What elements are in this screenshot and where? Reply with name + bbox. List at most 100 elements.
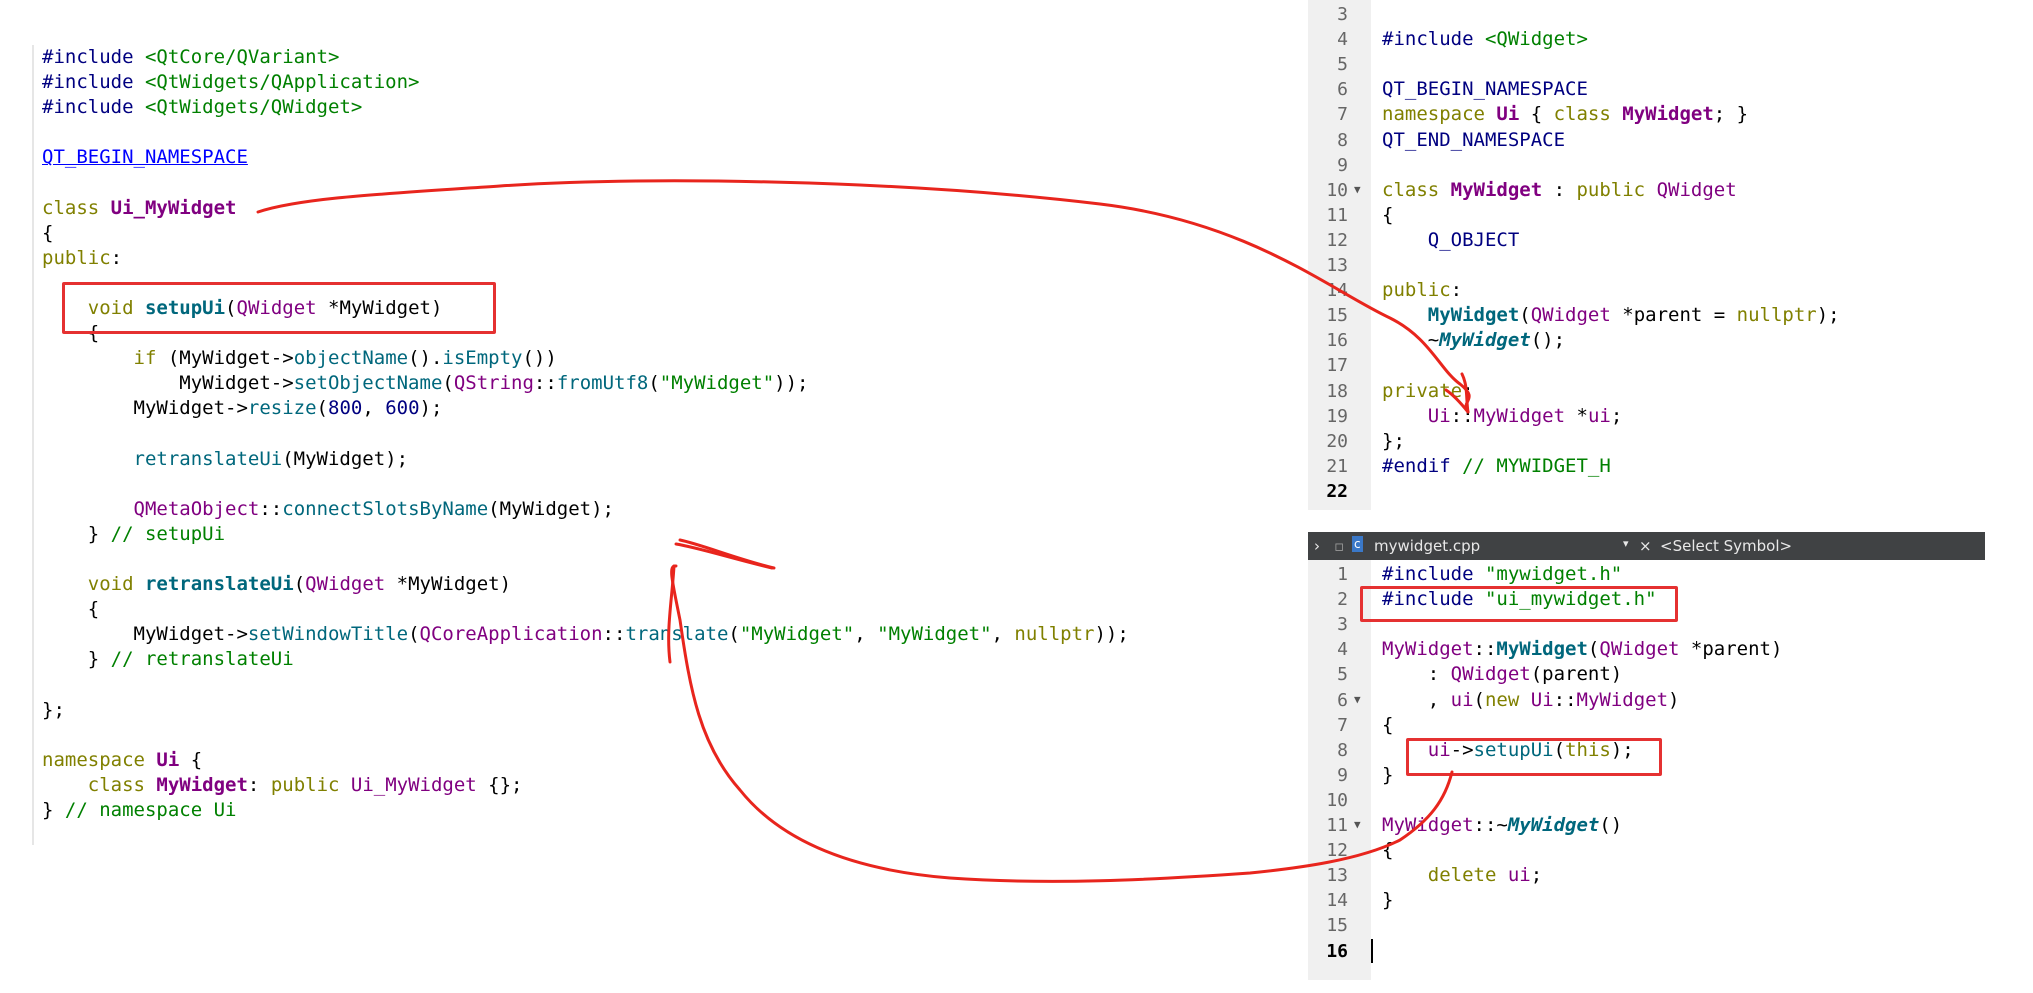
code-token: #include <box>42 46 145 68</box>
code-token: } <box>42 522 111 545</box>
code-token: () <box>1599 814 1623 836</box>
code-token: <QtWidgets/QApplication> <box>144 71 420 94</box>
code-token: setObjectName <box>293 372 443 395</box>
code-token: :: <box>1450 404 1474 427</box>
line-number: 10 <box>1326 179 1348 201</box>
code-token: }; <box>1382 429 1405 452</box>
code-token: :: <box>602 623 626 646</box>
code-token: Ui_MyWidget <box>350 773 477 796</box>
line-number: 17 <box>1326 355 1348 377</box>
line-number: 8 <box>1337 129 1348 151</box>
ui-generated-code: #include <QtCore/QVariant> #include <QtWi… <box>32 45 1314 845</box>
code-token: "MyWidget" <box>739 623 855 646</box>
symbol-selector[interactable]: <Select Symbol> <box>1660 537 1792 555</box>
line-number: 5 <box>1337 664 1348 686</box>
code-line: void retranslateUi(QWidget *MyWidget) <box>42 572 511 597</box>
file-tab-name[interactable]: mywidget.cpp <box>1374 537 1480 555</box>
code-token: public <box>1576 178 1657 201</box>
code-token: :: <box>259 497 283 520</box>
code-token: MyWidget <box>1473 404 1566 427</box>
code-token: } <box>42 648 111 671</box>
code-token: ( <box>293 573 306 596</box>
line-number: 11 <box>1326 815 1348 836</box>
line-number: 21 <box>1326 455 1348 477</box>
line-number: 6 <box>1337 79 1348 101</box>
code-token: {}; <box>476 773 523 796</box>
code-line: MyWidget->setWindowTitle(QCoreApplicatio… <box>42 622 1129 647</box>
line-number: 22 <box>1326 480 1348 502</box>
code-token: translate <box>625 623 729 646</box>
dropdown-icon[interactable]: ▾ <box>1623 537 1629 550</box>
line-number: 8 <box>1337 739 1348 761</box>
code-token: class <box>1553 103 1623 126</box>
code-line: public: <box>1382 278 1462 303</box>
fold-arrow-icon[interactable]: ▼ <box>1354 819 1364 830</box>
code-token: { <box>1382 203 1394 226</box>
code-token: namespace <box>42 748 157 771</box>
code-token: ( <box>1473 688 1485 711</box>
code-token: MyWidget-> <box>42 372 294 395</box>
code-token: objectName <box>293 347 409 370</box>
code-token: :: <box>1473 638 1497 661</box>
cpp-file-icon: c <box>1352 536 1363 552</box>
code-line: if (MyWidget->objectName().isEmpty()) <box>42 346 557 371</box>
code-line: Q_OBJECT <box>1382 228 1520 253</box>
line-number: 6 <box>1337 689 1348 711</box>
code-token: { <box>1519 103 1554 126</box>
code-line: class Ui_MyWidget <box>42 196 236 221</box>
code-token: Ui <box>1530 688 1554 711</box>
code-line: MyWidget(QWidget *parent = nullptr); <box>1382 303 1840 328</box>
line-number: 15 <box>1326 915 1348 937</box>
code-token: ui <box>1450 688 1474 711</box>
code-token: QCoreApplication <box>419 623 603 646</box>
code-line: #include <QtWidgets/QApplication> <box>42 70 420 95</box>
fold-arrow-icon[interactable]: ▼ <box>1354 184 1364 195</box>
code-token: class <box>87 773 157 796</box>
header-editor-pane[interactable]: 3 4 #include <QWidget> 5 6 QT_BEGIN_NAMESPACE… <box>1308 0 1840 510</box>
code-token: nullptr <box>1014 623 1095 646</box>
code-token: void <box>87 573 145 596</box>
code-line: } <box>1382 763 1393 788</box>
code-token: MyWidget <box>1382 638 1474 661</box>
code-token: ( <box>648 372 660 395</box>
lock-icon: ▫ <box>1334 537 1345 555</box>
code-token: : <box>110 246 123 269</box>
code-token: connectSlotsByName <box>282 497 489 520</box>
code-token: public <box>270 773 351 796</box>
code-token: fromUtf8 <box>556 372 649 395</box>
code-token: MyWidget <box>1622 103 1714 126</box>
close-icon[interactable]: × <box>1639 537 1652 555</box>
code-token: QT_BEGIN_NAMESPACE <box>1382 78 1588 101</box>
code-line: MyWidget->setObjectName(QString::fromUtf… <box>42 371 808 396</box>
code-token: ; <box>1530 864 1543 887</box>
code-token: (MyWidget-> <box>167 347 294 370</box>
setupui-call-highlight-box <box>1406 738 1662 776</box>
code-token: :: <box>1553 688 1577 711</box>
editor-tab-bar[interactable]: › ▫ c mywidget.cpp ▾ × <Select Symbol> <box>1308 532 1985 560</box>
code-line: , ui(new Ui::MyWidget) <box>1382 688 1680 713</box>
code-token: private <box>1382 379 1463 402</box>
code-token: namespace <box>1382 103 1497 126</box>
code-token: // namespace Ui <box>64 799 237 821</box>
code-token: *MyWidget) <box>385 573 512 596</box>
code-token: delete <box>1427 864 1508 887</box>
line-number: 3 <box>1337 614 1348 636</box>
code-token: ; } <box>1713 103 1749 126</box>
code-token: : <box>1382 663 1451 686</box>
code-token: Ui <box>1496 103 1520 126</box>
code-token: MyWidget <box>1382 814 1474 836</box>
code-line: } <box>1382 888 1393 913</box>
code-token: MyWidget <box>1576 688 1669 711</box>
code-token: Ui <box>156 748 180 771</box>
line-number: 10 <box>1326 789 1348 811</box>
fold-arrow-icon[interactable]: ▼ <box>1354 694 1364 705</box>
code-line: }; <box>1382 429 1405 454</box>
nav-arrow-icon[interactable]: › <box>1314 537 1320 555</box>
line-number: 4 <box>1337 639 1348 661</box>
code-token: Ui <box>1427 404 1451 427</box>
code-token: QWidget <box>1530 304 1611 327</box>
line-number: 13 <box>1326 255 1348 276</box>
code-token: // setupUi <box>110 522 226 545</box>
code-token: "mywidget.h" <box>1484 563 1623 585</box>
